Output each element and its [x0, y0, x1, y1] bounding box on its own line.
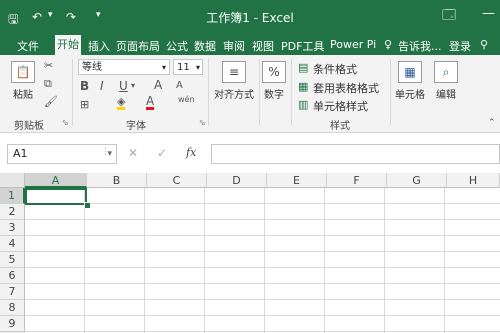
- fill-handle[interactable]: [84, 202, 91, 209]
- font-color-button[interactable]: A: [146, 95, 155, 110]
- bold-button[interactable]: B: [80, 79, 89, 93]
- table-format-icon: ▦: [298, 80, 309, 93]
- tab-formulas[interactable]: 公式: [166, 38, 188, 54]
- number-label: 数字: [264, 90, 284, 101]
- grip-icon: ⋮: [101, 147, 110, 157]
- copy-icon[interactable]: ⧉: [44, 77, 52, 91]
- decrease-font-size-button[interactable]: A: [176, 80, 183, 91]
- tab-data[interactable]: 数据: [194, 38, 216, 54]
- ribbon: 📋 粘贴 ✂ ⧉ 🖌 剪贴板 ⬂ 等线 ▾ 11 ▾ B I U ▾ A A ⊞…: [0, 55, 500, 133]
- row-header-2[interactable]: 2: [0, 204, 25, 220]
- column-header-d[interactable]: D: [207, 173, 267, 188]
- conditional-format-icon: ▤: [298, 61, 309, 74]
- font-group-label: 字体: [126, 121, 146, 132]
- conditional-format-button[interactable]: 条件格式: [313, 61, 357, 77]
- underline-button[interactable]: U: [119, 79, 128, 93]
- column-header-b[interactable]: B: [87, 173, 147, 188]
- column-header-f[interactable]: F: [327, 173, 387, 188]
- cell-area[interactable]: [25, 188, 500, 333]
- number-format-button[interactable]: % 数字: [261, 61, 287, 101]
- chevron-down-icon: ▾: [161, 63, 166, 72]
- increase-font-size-button[interactable]: A: [154, 78, 162, 92]
- magnifier-icon: ⌕: [434, 61, 458, 83]
- cut-icon[interactable]: ✂: [44, 59, 53, 72]
- lightbulb-icon: ♀: [384, 38, 393, 51]
- divider: [208, 59, 209, 125]
- phonetic-guide-button[interactable]: wén: [178, 95, 195, 104]
- spreadsheet-grid: A B C D E F G H 1 2 3 4 5 6 7 8 9: [0, 173, 500, 333]
- tab-review[interactable]: 审阅: [223, 38, 245, 54]
- row-header-3[interactable]: 3: [0, 220, 25, 236]
- row-header-7[interactable]: 7: [0, 284, 25, 300]
- cells-label: 单元格: [395, 90, 425, 101]
- sign-in-link[interactable]: 登录: [449, 38, 471, 54]
- divider: [390, 59, 391, 125]
- row-header-9[interactable]: 9: [0, 316, 25, 332]
- share-user-icon[interactable]: ⚲: [480, 38, 488, 51]
- editing-label: 编辑: [436, 90, 456, 101]
- cancel-icon[interactable]: ✕: [128, 146, 138, 160]
- font-launcher-icon[interactable]: ⬂: [199, 118, 206, 127]
- active-cell-a1[interactable]: [25, 188, 87, 205]
- formula-input[interactable]: [211, 144, 500, 164]
- tab-pdf-tools[interactable]: PDF工具: [281, 38, 324, 54]
- column-header-c[interactable]: C: [147, 173, 207, 188]
- font-name-select[interactable]: 等线 ▾: [78, 59, 170, 75]
- tab-power-pivot[interactable]: Power Pi: [330, 38, 376, 51]
- cells-button[interactable]: ▦ 单元格: [393, 61, 427, 101]
- name-box-value: A1: [13, 147, 28, 160]
- insert-function-icon[interactable]: fx: [186, 146, 196, 159]
- row-header-1[interactable]: 1: [0, 188, 25, 204]
- paste-button[interactable]: 📋 粘贴: [8, 61, 38, 101]
- cells-icon: ▦: [398, 61, 422, 83]
- chevron-down-icon: ▾: [195, 63, 200, 72]
- clipboard-group-label: 剪贴板: [14, 121, 44, 132]
- column-header-e[interactable]: E: [267, 173, 327, 188]
- confirm-icon[interactable]: ✓: [157, 146, 167, 160]
- font-size-select[interactable]: 11 ▾: [173, 59, 203, 75]
- row-header-4[interactable]: 4: [0, 236, 25, 252]
- tab-view[interactable]: 视图: [252, 38, 274, 54]
- tab-home[interactable]: 开始: [55, 35, 81, 55]
- row-header-5[interactable]: 5: [0, 252, 25, 268]
- row-header-6[interactable]: 6: [0, 268, 25, 284]
- alignment-label: 对齐方式: [214, 90, 254, 101]
- chevron-down-icon[interactable]: ▾: [131, 81, 135, 90]
- select-all-button[interactable]: [0, 173, 25, 188]
- window-title: 工作簿1 - Excel: [206, 11, 294, 25]
- format-painter-icon[interactable]: 🖌: [44, 95, 58, 108]
- tab-file[interactable]: 文件: [17, 38, 39, 54]
- font-name-value: 等线: [82, 62, 102, 73]
- title-bar: 🖫 ↶ ▾ ↷ ▾ 工作簿1 - Excel 🗔 —: [0, 0, 500, 35]
- styles-group-label: 样式: [330, 121, 350, 132]
- format-as-table-button[interactable]: 套用表格格式: [313, 80, 379, 96]
- column-header-h[interactable]: H: [447, 173, 500, 188]
- collapse-ribbon-icon[interactable]: ⌃: [488, 118, 496, 128]
- ribbon-tabs: 文件 开始 插入 页面布局 公式 数据 审阅 视图 PDF工具 Power Pi…: [0, 35, 500, 55]
- borders-icon[interactable]: ⊞: [80, 98, 89, 111]
- divider: [291, 59, 292, 125]
- row-header-8[interactable]: 8: [0, 300, 25, 316]
- divider: [72, 59, 73, 125]
- editing-button[interactable]: ⌕ 编辑: [431, 61, 461, 101]
- percent-icon: %: [262, 61, 286, 83]
- cell-styles-button[interactable]: 单元格样式: [313, 98, 368, 114]
- fill-color-icon[interactable]: ◈: [117, 96, 126, 110]
- clipboard-paste-icon: 📋: [11, 61, 35, 83]
- clipboard-launcher-icon[interactable]: ⬂: [62, 118, 69, 127]
- tell-me-search[interactable]: 告诉我...: [398, 38, 442, 54]
- ribbon-display-options-icon[interactable]: 🗔: [442, 6, 456, 28]
- tab-page-layout[interactable]: 页面布局: [116, 38, 160, 54]
- column-header-a[interactable]: A: [25, 173, 87, 188]
- minimize-icon[interactable]: —: [482, 6, 495, 21]
- cell-styles-icon: ▥: [298, 98, 309, 111]
- column-header-g[interactable]: G: [387, 173, 447, 188]
- paste-label: 粘贴: [13, 90, 33, 101]
- font-size-value: 11: [177, 62, 190, 73]
- divider: [259, 59, 260, 125]
- tab-insert[interactable]: 插入: [88, 38, 110, 54]
- align-icon: ≡: [222, 61, 246, 83]
- alignment-button[interactable]: ≡ 对齐方式: [212, 61, 256, 101]
- italic-button[interactable]: I: [100, 79, 104, 93]
